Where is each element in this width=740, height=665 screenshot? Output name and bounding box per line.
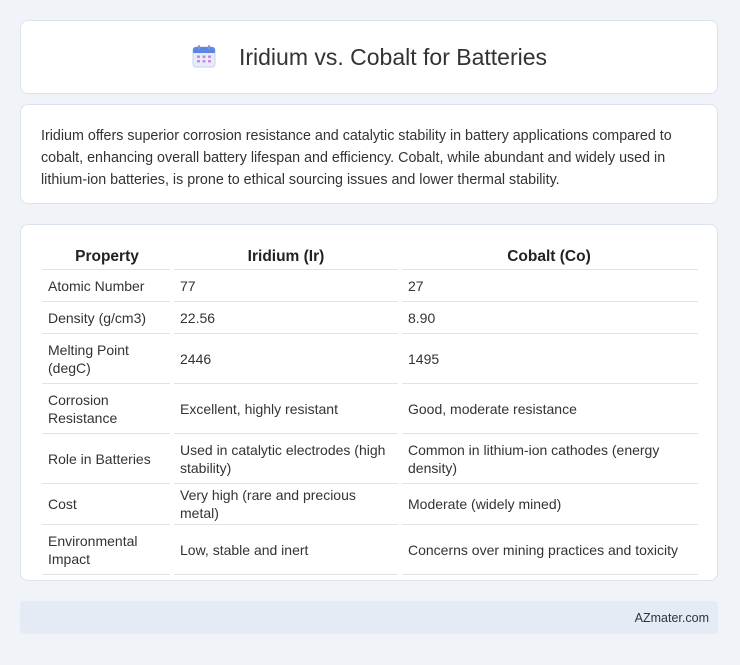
- summary-text: Iridium offers superior corrosion resist…: [41, 128, 672, 188]
- comparison-table: Property Iridium (Ir) Cobalt (Co) Atomic…: [42, 245, 698, 575]
- property-cell: Cost: [42, 483, 174, 525]
- column-header-iridium: Iridium (Ir): [172, 245, 400, 270]
- property-cell: Density (g/cm3): [42, 301, 174, 334]
- iridium-cell: 22.56: [172, 301, 402, 334]
- comparison-card: Property Iridium (Ir) Cobalt (Co) Atomic…: [20, 224, 718, 581]
- summary-card: Iridium offers superior corrosion resist…: [20, 104, 718, 204]
- cobalt-cell: 27: [400, 269, 698, 302]
- property-cell: Melting Point (degC): [42, 333, 174, 384]
- cobalt-cell: Moderate (widely mined): [400, 483, 698, 525]
- iridium-cell: Very high (rare and precious metal): [172, 483, 402, 525]
- page-title: Iridium vs. Cobalt for Batteries: [238, 43, 548, 70]
- cobalt-cell: 1495: [400, 333, 698, 384]
- iridium-cell: Excellent, highly resistant: [172, 383, 402, 434]
- table-header-row: Property Iridium (Ir) Cobalt (Co): [42, 245, 698, 270]
- iridium-cell: 2446: [172, 333, 402, 384]
- iridium-cell: Used in catalytic electrodes (high stabi…: [172, 433, 402, 484]
- iridium-cell: 77: [172, 269, 402, 302]
- iridium-cell: Low, stable and inert: [172, 524, 402, 575]
- cobalt-cell: Good, moderate resistance: [400, 383, 698, 434]
- table-row: Melting Point (degC) 2446 1495: [42, 333, 698, 384]
- table-row: Cost Very high (rare and precious metal)…: [42, 483, 698, 525]
- column-header-cobalt: Cobalt (Co): [400, 245, 698, 270]
- table-row: Role in Batteries Used in catalytic elec…: [42, 433, 698, 484]
- property-cell: Role in Batteries: [42, 433, 174, 484]
- table-row: Density (g/cm3) 22.56 8.90: [42, 301, 698, 334]
- table-row: Corrosion Resistance Excellent, highly r…: [42, 383, 698, 434]
- cobalt-cell: Common in lithium-ion cathodes (energy d…: [400, 433, 698, 484]
- property-cell: Environmental Impact: [42, 524, 174, 575]
- title-card: Iridium vs. Cobalt for Batteries: [20, 20, 718, 94]
- table-row: Environmental Impact Low, stable and ine…: [42, 524, 698, 575]
- footer-site-link[interactable]: AZmater.com: [635, 611, 709, 625]
- cobalt-cell: Concerns over mining practices and toxic…: [400, 524, 698, 575]
- property-cell: Atomic Number: [42, 269, 174, 302]
- footer-bar: AZmater.com: [20, 601, 718, 634]
- cobalt-cell: 8.90: [400, 301, 698, 334]
- calendar-icon: [191, 43, 217, 69]
- column-header-property: Property: [42, 245, 172, 270]
- property-cell: Corrosion Resistance: [42, 383, 174, 434]
- table-row: Atomic Number 77 27: [42, 269, 698, 302]
